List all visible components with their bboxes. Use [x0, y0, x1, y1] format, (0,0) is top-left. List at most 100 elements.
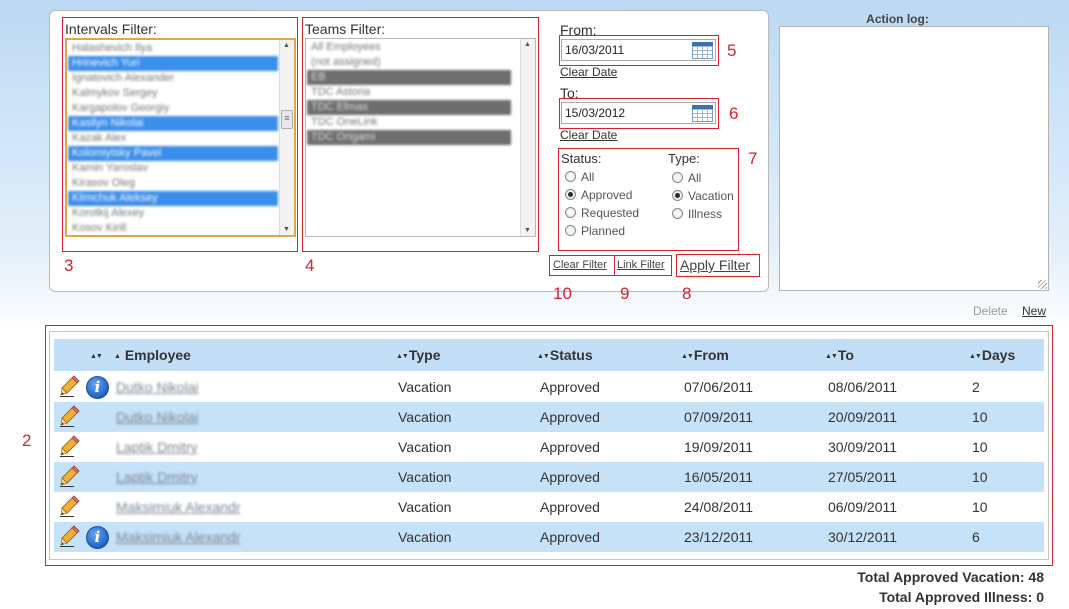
table-row: Maksimiuk Alexandr Vacation Approved 24/08/…: [54, 492, 1044, 522]
sort-all-icon[interactable]: ▲▼: [90, 347, 103, 363]
from-date-field[interactable]: 16/03/2011: [561, 39, 716, 61]
intervals-list-item[interactable]: Kargapolov Georgiy: [68, 101, 278, 116]
type-radio-all[interactable]: All: [672, 170, 701, 186]
sort-icon: ▲▼: [825, 353, 838, 360]
radio-button-icon[interactable]: [672, 208, 683, 219]
edit-pencil-icon[interactable]: [60, 525, 80, 547]
info-icon[interactable]: i: [86, 526, 109, 549]
table-row: i Maksimiuk Alexandr Vacation Approved 23/12…: [54, 522, 1044, 552]
column-header-to[interactable]: ▲▼To: [825, 347, 854, 363]
edit-pencil-icon[interactable]: [60, 465, 80, 487]
radio-button-icon[interactable]: [565, 207, 576, 218]
column-header-type[interactable]: ▲▼Type: [396, 347, 441, 363]
action-log-textarea[interactable]: [779, 26, 1049, 291]
column-header-from[interactable]: ▲▼From: [681, 347, 729, 363]
annotation-9: 9: [620, 284, 630, 303]
employee-link[interactable]: Dutko Nikolai: [116, 409, 198, 425]
annotation-7: 7: [748, 149, 758, 168]
intervals-list-item[interactable]: Korotkij Alexey: [68, 206, 278, 221]
info-icon[interactable]: i: [86, 376, 109, 399]
teams-listbox[interactable]: All Employees (not assigned) EB TDC Astoria…: [305, 38, 536, 237]
scroll-down-icon[interactable]: ▼: [524, 227, 531, 234]
cell-days: 10: [972, 499, 988, 515]
radio-button-icon[interactable]: [672, 190, 683, 201]
action-log-title: Action log:: [866, 12, 929, 26]
employee-link[interactable]: Maksimiuk Alexandr: [116, 529, 241, 545]
type-radio-illness[interactable]: Illness: [672, 206, 722, 222]
teams-list-item[interactable]: TDC Efmas: [307, 100, 511, 115]
edit-pencil-icon[interactable]: [60, 435, 80, 457]
scroll-up-icon[interactable]: ▲: [283, 42, 290, 49]
intervals-list-item[interactable]: Kalmykov Sergey: [68, 86, 278, 101]
status-radio-approved[interactable]: Approved: [565, 187, 632, 203]
teams-list-item[interactable]: (not assigned): [307, 55, 511, 70]
radio-button-icon[interactable]: [565, 189, 576, 200]
cell-type: Vacation: [398, 379, 452, 395]
radio-button-icon[interactable]: [565, 225, 576, 236]
teams-list-item[interactable]: EB: [307, 70, 511, 85]
radio-button-icon[interactable]: [565, 171, 576, 182]
intervals-list-item[interactable]: Kamin Yaroslav: [68, 161, 278, 176]
teams-list-item[interactable]: All Employees: [307, 40, 511, 55]
intervals-list-item[interactable]: Kirasov Oleg: [68, 176, 278, 191]
intervals-list-item[interactable]: Kasilyn Nikolai: [68, 116, 278, 131]
column-header-days[interactable]: ▲▼Days: [969, 347, 1015, 363]
clear-from-date-link[interactable]: Clear Date: [560, 65, 617, 79]
intervals-list-item[interactable]: Klimchuk Aleksey: [68, 191, 278, 206]
intervals-list-item[interactable]: Kazak Alex: [68, 131, 278, 146]
radio-button-icon[interactable]: [672, 172, 683, 183]
cell-status: Approved: [540, 439, 600, 455]
calendar-icon[interactable]: [692, 105, 713, 122]
employee-link[interactable]: Dutko Nikolai: [116, 379, 198, 395]
intervals-list-item[interactable]: Ignatovich Alexander: [68, 71, 278, 86]
status-radio-all[interactable]: All: [565, 169, 594, 185]
intervals-listbox[interactable]: Halashevich Ilya Hrinevich Yuri Ignatovich…: [65, 38, 296, 237]
status-radio-planned[interactable]: Planned: [565, 223, 625, 239]
sort-icon: ▲▼: [681, 353, 694, 360]
intervals-list-item[interactable]: Kolomiytsky Pavel: [68, 146, 278, 161]
type-option-label: All: [688, 171, 702, 185]
column-header-employee[interactable]: ▲ Employee: [114, 347, 191, 363]
calendar-icon[interactable]: [692, 42, 713, 59]
to-date-field[interactable]: 15/03/2012: [561, 102, 716, 124]
clear-filter-button[interactable]: Clear Filter: [553, 259, 607, 271]
cell-from: 07/06/2011: [684, 379, 754, 395]
intervals-list-item[interactable]: Hrinevich Yuri: [68, 56, 278, 71]
scroll-up-icon[interactable]: ▲: [524, 41, 531, 48]
apply-filter-button[interactable]: Apply Filter: [680, 257, 750, 273]
cell-type: Vacation: [398, 439, 452, 455]
scroll-thumb[interactable]: ≡: [281, 110, 293, 129]
teams-list-item[interactable]: TDC Origami: [307, 130, 511, 145]
cell-days: 6: [972, 529, 980, 545]
cell-from: 23/12/2011: [684, 529, 754, 545]
type-radio-vacation[interactable]: Vacation: [672, 188, 734, 204]
teams-scrollbar[interactable]: ▲ ▼: [520, 39, 535, 236]
clear-to-date-link[interactable]: Clear Date: [560, 128, 617, 142]
employee-link[interactable]: Laptik Dmitry: [116, 439, 198, 455]
delete-link[interactable]: Delete: [973, 304, 1008, 318]
teams-list-item[interactable]: TDC Astoria: [307, 85, 511, 100]
resize-grip-icon[interactable]: [1038, 280, 1047, 289]
cell-days: 10: [972, 439, 988, 455]
teams-filter-label: Teams Filter:: [305, 21, 386, 37]
new-link[interactable]: New: [1022, 304, 1046, 318]
edit-pencil-icon[interactable]: [60, 405, 80, 427]
intervals-scrollbar[interactable]: ▲ ≡ ▼: [279, 40, 294, 235]
cell-status: Approved: [540, 409, 600, 425]
teams-list-item[interactable]: TDC OneLink: [307, 115, 511, 130]
intervals-list-item[interactable]: Halashevich Ilya: [68, 41, 278, 56]
total-approved-vacation: Total Approved Vacation: 48: [857, 569, 1044, 585]
cell-type: Vacation: [398, 409, 452, 425]
cell-type: Vacation: [398, 499, 452, 515]
status-option-label: Approved: [581, 188, 633, 202]
intervals-list-item[interactable]: Kosov Kirill: [68, 221, 278, 235]
employee-link[interactable]: Laptik Dmitry: [116, 469, 198, 485]
edit-pencil-icon[interactable]: [60, 495, 80, 517]
employee-link[interactable]: Maksimiuk Alexandr: [116, 499, 241, 515]
link-filter-button[interactable]: Link Filter: [617, 259, 665, 271]
grid-header: ▲▼ ▲ Employee ▲▼Type ▲▼Status ▲▼From ▲▼T…: [54, 339, 1044, 371]
status-radio-requested[interactable]: Requested: [565, 205, 639, 221]
scroll-down-icon[interactable]: ▼: [283, 226, 290, 233]
edit-pencil-icon[interactable]: [60, 375, 80, 397]
column-header-status[interactable]: ▲▼Status: [537, 347, 593, 363]
